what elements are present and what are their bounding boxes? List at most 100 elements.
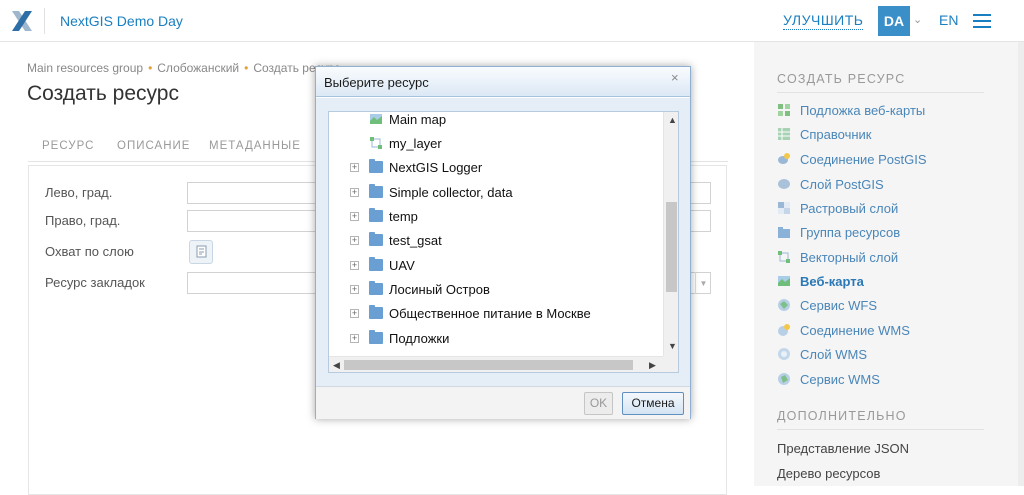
sidebar-item-webmap[interactable]: Веб-карта bbox=[777, 274, 864, 292]
ok-button[interactable]: OK bbox=[584, 392, 613, 415]
sidebar-item-wms-layer[interactable]: Слой WMS bbox=[777, 347, 867, 365]
chevron-down-icon[interactable]: ▼ bbox=[695, 272, 711, 294]
basemap-icon bbox=[778, 104, 790, 116]
dialog-body: Main map my_layer + NextGIS Logger + Simpl… bbox=[316, 98, 690, 386]
header-divider bbox=[44, 8, 45, 34]
app-title[interactable]: NextGIS Demo Day bbox=[60, 13, 183, 29]
sidebar-item-postgis-connection[interactable]: Соединение PostGIS bbox=[777, 152, 927, 170]
sidebar-item-label: Соединение PostGIS bbox=[800, 152, 927, 167]
sidebar-item-label: Слой WMS bbox=[800, 347, 867, 362]
wms-connection-icon bbox=[778, 324, 790, 336]
sidebar-item-resource-tree[interactable]: Дерево ресурсов bbox=[777, 466, 880, 484]
tree-item-label: Подложки bbox=[389, 331, 450, 346]
upgrade-link[interactable]: УЛУЧШИТЬ bbox=[783, 12, 864, 30]
sidebar-item-raster-layer[interactable]: Растровый слой bbox=[777, 201, 898, 219]
scroll-down-icon[interactable]: ▼ bbox=[668, 341, 677, 351]
language-switch[interactable]: EN bbox=[939, 12, 958, 28]
dialog-titlebar[interactable]: Выберите ресурс × bbox=[316, 67, 690, 97]
breadcrumb-item[interactable]: Main resources group bbox=[27, 61, 143, 75]
sidebar-item-label: Соединение WMS bbox=[800, 323, 910, 338]
scroll-right-icon[interactable]: ▶ bbox=[649, 360, 656, 371]
extent-from-layer-button[interactable] bbox=[189, 240, 213, 264]
expand-icon[interactable]: + bbox=[350, 309, 359, 318]
vector-layer-icon bbox=[778, 251, 790, 263]
sidebar-item-wms-service[interactable]: Сервис WMS bbox=[777, 372, 880, 390]
tab-metadata[interactable]: МЕТАДАННЫЕ bbox=[209, 140, 301, 152]
tab-resource[interactable]: РЕСУРС bbox=[42, 140, 94, 152]
page-scrollbar[interactable] bbox=[1018, 42, 1024, 486]
tree-vertical-scrollbar[interactable]: ▲ ▼ bbox=[663, 112, 678, 356]
wfs-service-icon bbox=[778, 299, 790, 311]
webmap-icon bbox=[778, 276, 790, 286]
breadcrumb-item[interactable]: Слобожанский bbox=[157, 61, 239, 75]
folder-icon bbox=[369, 184, 383, 198]
tree-item-folder[interactable]: + test_gsat bbox=[329, 230, 661, 252]
sidebar-item-wfs-service[interactable]: Сервис WFS bbox=[777, 298, 877, 316]
tree-horizontal-scrollbar[interactable]: ◀ ▶ bbox=[329, 356, 663, 372]
sidebar-divider bbox=[777, 429, 984, 430]
expand-icon[interactable]: + bbox=[350, 188, 359, 197]
sidebar-item-resource-group[interactable]: Группа ресурсов bbox=[777, 225, 900, 243]
sidebar-item-label: Веб-карта bbox=[800, 274, 864, 289]
chevron-down-icon[interactable]: ⌄ bbox=[913, 13, 922, 26]
tree-item-my-layer[interactable]: my_layer bbox=[329, 133, 661, 155]
expand-icon[interactable]: + bbox=[350, 163, 359, 172]
sidebar-item-wms-connection[interactable]: Соединение WMS bbox=[777, 323, 910, 341]
tree-item-folder[interactable]: + NextGIS Logger bbox=[329, 157, 661, 179]
webmap-icon bbox=[370, 114, 382, 124]
cancel-button[interactable]: Отмена bbox=[622, 392, 684, 415]
tree-item-folder[interactable]: + Лосиный Остров bbox=[329, 279, 661, 301]
tree-item-folder[interactable]: + UAV bbox=[329, 255, 661, 277]
folder-icon bbox=[369, 208, 383, 222]
sidebar-item-vector-layer[interactable]: Векторный слой bbox=[777, 250, 898, 268]
sidebar-item-label: Сервис WFS bbox=[800, 298, 878, 313]
tree-item-label: Лосиный Остров bbox=[389, 282, 490, 297]
tree-item-folder[interactable]: + temp bbox=[329, 206, 661, 228]
nextgis-logo-icon[interactable] bbox=[10, 9, 34, 33]
expand-icon[interactable]: + bbox=[350, 236, 359, 245]
tree-item-folder[interactable]: + Подложки bbox=[329, 328, 661, 350]
field-label-extent: Охват по слою bbox=[45, 244, 134, 259]
scroll-thumb[interactable] bbox=[666, 202, 677, 292]
tree-item-label: UAV bbox=[389, 258, 415, 273]
scroll-thumb[interactable] bbox=[344, 360, 633, 370]
sidebar-item-label: Векторный слой bbox=[800, 250, 899, 265]
sidebar-item-postgis-layer[interactable]: Слой PostGIS bbox=[777, 177, 884, 195]
resource-tree: Main map my_layer + NextGIS Logger + Simpl… bbox=[328, 111, 679, 373]
expand-icon[interactable]: + bbox=[350, 285, 359, 294]
vector-layer-icon bbox=[370, 137, 382, 149]
expand-icon[interactable]: + bbox=[350, 212, 359, 221]
user-avatar[interactable]: DA bbox=[878, 6, 910, 36]
hamburger-menu-icon[interactable] bbox=[973, 14, 991, 28]
folder-icon bbox=[369, 232, 383, 246]
sidebar-item-lookup-table[interactable]: Справочник bbox=[777, 127, 872, 145]
tab-description[interactable]: ОПИСАНИЕ bbox=[117, 140, 190, 152]
tree-item-label: NextGIS Logger bbox=[389, 160, 483, 175]
tree-item-folder[interactable]: + Общественное питание в Москве bbox=[329, 303, 661, 325]
postgis-layer-icon bbox=[778, 179, 790, 189]
sidebar-item-json-view[interactable]: Представление JSON bbox=[777, 441, 909, 459]
breadcrumb-separator: • bbox=[244, 61, 249, 75]
tree-item-label: Общественное питание в Москве bbox=[389, 306, 591, 321]
dialog-footer: OK Отмена bbox=[316, 386, 690, 419]
tree-item-folder[interactable]: + Simple collector, data bbox=[329, 182, 661, 204]
lookup-table-icon bbox=[778, 128, 790, 140]
sidebar-item-basemap[interactable]: Подложка веб-карты bbox=[777, 103, 925, 121]
sidebar-create-header: СОЗДАТЬ РЕСУРС bbox=[777, 72, 906, 86]
scroll-left-icon[interactable]: ◀ bbox=[333, 360, 340, 371]
top-header: NextGIS Demo Day УЛУЧШИТЬ DA ⌄ EN bbox=[0, 0, 1024, 42]
expand-icon[interactable]: + bbox=[350, 261, 359, 270]
folder-icon bbox=[369, 281, 383, 295]
field-label-right: Право, град. bbox=[45, 213, 121, 228]
expand-icon[interactable]: + bbox=[350, 334, 359, 343]
scroll-up-icon[interactable]: ▲ bbox=[668, 115, 677, 125]
tree-item-label: my_layer bbox=[389, 136, 442, 151]
resource-group-icon bbox=[778, 227, 790, 238]
tree-item-main-map[interactable]: Main map bbox=[329, 112, 661, 131]
select-resource-dialog: Выберите ресурс × Main map my_layer + Nex… bbox=[315, 66, 691, 419]
close-icon[interactable]: × bbox=[671, 70, 679, 85]
sidebar-item-label: Растровый слой bbox=[800, 201, 899, 216]
wms-service-icon bbox=[778, 373, 790, 385]
folder-icon bbox=[369, 305, 383, 319]
raster-layer-icon bbox=[778, 202, 790, 214]
